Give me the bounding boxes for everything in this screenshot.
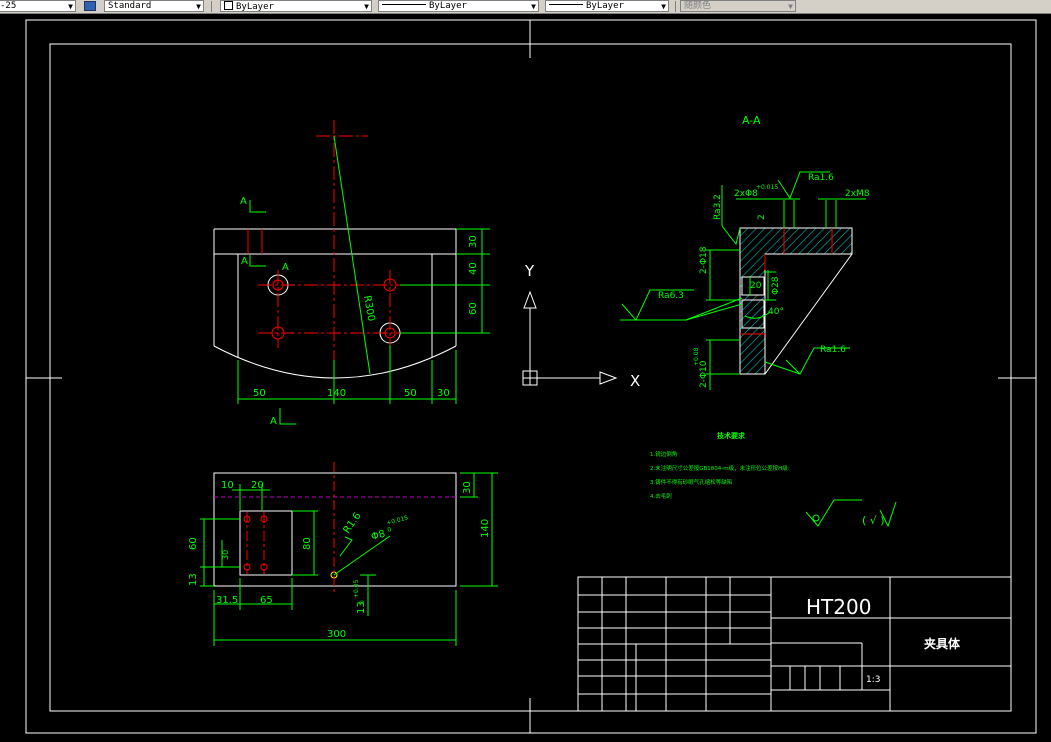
note-line: 1.锐边倒角 xyxy=(650,450,677,458)
notes-title: 技术要求 xyxy=(717,431,746,440)
front-view: 50 140 50 30 30 40 60 R300 A A A A xyxy=(213,120,490,427)
ucs-x-label: X xyxy=(630,372,640,390)
dim-text: 31.5 xyxy=(216,595,238,606)
dim-tolerance: +0.05 xyxy=(353,579,360,598)
outer-frame xyxy=(25,19,1037,734)
plotstyle-dropdown[interactable]: 随颜色 ▼ xyxy=(680,0,796,12)
toolbar-separator xyxy=(675,1,676,12)
dim-text: 30 xyxy=(462,481,473,494)
dim-text: 30 xyxy=(437,388,450,399)
dim-text: 13 xyxy=(188,573,199,586)
chevron-down-icon: ▼ xyxy=(196,2,201,11)
dim-tolerance: 0 xyxy=(359,600,366,604)
part-name-label: 夹具体 xyxy=(924,636,961,651)
note-line: 4.去毛刺 xyxy=(650,492,672,500)
linetype-preview-icon xyxy=(382,4,426,5)
title-block: HT200 夹具体 1:3 xyxy=(577,576,1012,712)
section-label: A-A xyxy=(742,114,761,127)
linetype-value: ByLayer xyxy=(429,1,467,11)
dim-text: 10 xyxy=(221,480,234,491)
centering-marks xyxy=(26,20,1036,733)
roughness-symbol: Ra6.3 xyxy=(658,291,684,301)
lineweight-dropdown[interactable]: ByLayer ▼ xyxy=(545,0,669,12)
dim-text: 65 xyxy=(260,595,273,606)
dim-text: 2xM8 xyxy=(845,189,870,199)
textstyle-icon[interactable] xyxy=(84,1,96,11)
chevron-down-icon: ▼ xyxy=(531,2,536,11)
roughness-symbol: Ra1.6 xyxy=(820,345,846,355)
view-label: A xyxy=(241,256,248,267)
roughness-symbol: Ra3.2 xyxy=(713,194,723,220)
linetype-dropdown[interactable]: ByLayer ▼ xyxy=(378,0,539,12)
note-line: 3.铸件不得有砂眼气孔缩松等缺陷 xyxy=(650,478,732,486)
general-roughness: ( √ ) xyxy=(862,514,885,527)
technical-notes: 技术要求 1.锐边倒角 2.未注明尺寸公差按GB1804-m级，未注形位公差按H… xyxy=(650,431,897,528)
chevron-down-icon: ▼ xyxy=(364,2,369,11)
view-label: A xyxy=(270,416,277,427)
chevron-down-icon: ▼ xyxy=(661,2,666,11)
textstyle-value: Standard xyxy=(108,1,152,11)
properties-toolbar: -25 ▼ Standard ▼ ByLayer ▼ ByLayer ▼ ByL… xyxy=(0,0,1051,14)
roughness-symbol: Ra1.6 xyxy=(808,173,834,183)
lineweight-value: ByLayer xyxy=(586,1,624,11)
dim-text: 2 xyxy=(757,214,767,220)
scale-label: 1:3 xyxy=(866,675,880,685)
dim-text: Φ28 xyxy=(771,276,781,295)
dim-text: 2-Φ18 xyxy=(699,246,709,274)
dim-text: 80 xyxy=(302,537,313,550)
dim-tolerance: +0.015 xyxy=(386,514,409,527)
section-view-aa: A-A 2xΦ8 +0.015 Ra1.6 2xM8 Ra3.2 2 2-Φ18… xyxy=(620,114,870,390)
dim-text: 20 xyxy=(750,281,762,291)
dimstyle-dropdown[interactable]: -25 ▼ xyxy=(0,0,76,12)
dim-text: 50 xyxy=(404,388,417,399)
drawing-canvas[interactable]: 50 140 50 30 30 40 60 R300 A A A A 10 20… xyxy=(0,13,1051,742)
layer-color-value: ByLayer xyxy=(236,2,274,12)
ucs-y-label: Y xyxy=(524,262,535,280)
dim-text: R300 xyxy=(361,295,376,323)
textstyle-dropdown[interactable]: Standard ▼ xyxy=(104,0,204,12)
dim-text: 40 xyxy=(468,262,479,275)
chevron-down-icon: ▼ xyxy=(788,2,793,11)
dim-text: 140 xyxy=(480,519,491,538)
view-label: A xyxy=(240,196,247,207)
dim-tolerance: +0.08 xyxy=(693,347,700,366)
note-line: 2.未注明尺寸公差按GB1804-m级，未注形位公差按H级 xyxy=(650,464,788,472)
dim-text: 40° xyxy=(768,307,784,317)
lineweight-preview-icon xyxy=(549,4,583,5)
dim-text: 30 xyxy=(468,235,479,248)
dim-text: 50 xyxy=(253,388,266,399)
dimstyle-value: -25 xyxy=(0,1,17,11)
view-label: A xyxy=(282,262,289,273)
dim-text: 20 xyxy=(251,480,264,491)
dim-text: 300 xyxy=(327,629,346,640)
dim-text: 60 xyxy=(468,302,479,315)
dim-tolerance: 0 xyxy=(387,526,393,534)
plotstyle-value: 随颜色 xyxy=(684,1,712,11)
dim-text: R1.6 xyxy=(341,511,363,536)
dim-tolerance: +0.015 xyxy=(756,184,778,191)
toolbar-separator xyxy=(211,1,212,12)
ucs-icon: X Y xyxy=(522,262,640,390)
top-view: 10 20 30 140 60 30 13 80 31.5 65 300 13 … xyxy=(188,462,498,646)
dim-text: 30 xyxy=(221,550,230,560)
color-swatch-icon xyxy=(224,1,233,10)
material-label: HT200 xyxy=(806,595,871,619)
layer-color-dropdown[interactable]: ByLayer ▼ xyxy=(220,0,372,12)
dim-text: 2-Φ10 xyxy=(699,360,709,388)
dim-text: 60 xyxy=(188,537,199,550)
chevron-down-icon: ▼ xyxy=(68,2,73,11)
dim-text: 140 xyxy=(327,388,346,399)
dim-text: 2xΦ8 xyxy=(734,189,758,199)
